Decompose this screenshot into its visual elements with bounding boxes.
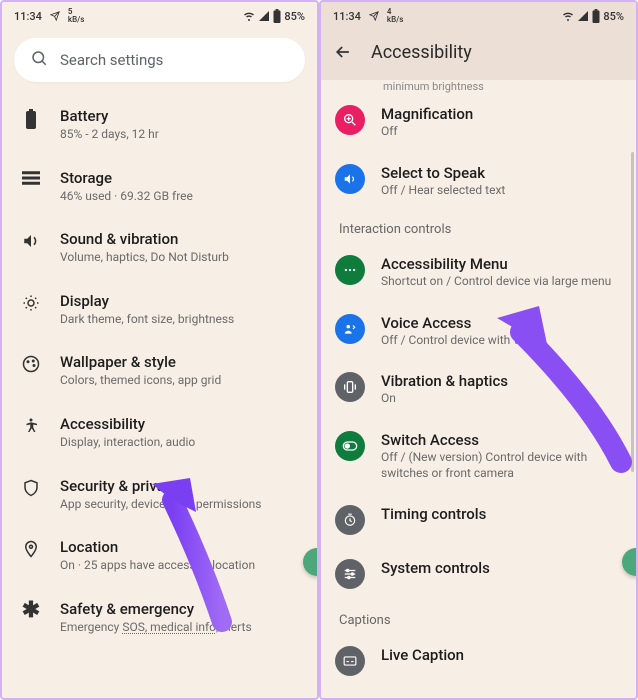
settings-item-accessibility[interactable]: Accessibility Display, interaction, audi…	[6, 402, 313, 464]
status-battery: 85%	[603, 10, 624, 23]
vibration-icon	[335, 372, 365, 402]
settings-item-battery[interactable]: Battery 85% - 2 days, 12 hr	[6, 94, 313, 156]
item-title: Security & privacy	[60, 477, 299, 495]
phone-left: 11:34 5kB/s 85% Search settings Battery …	[0, 0, 319, 700]
item-title: Safety & emergency	[60, 600, 299, 618]
status-bar: 11:34 5kB/s 85%	[2, 2, 317, 30]
item-sub: Volume, haptics, Do Not Disturb	[60, 250, 299, 266]
dots-icon	[335, 255, 365, 285]
a11y-item-timing[interactable]: Timing controls	[321, 493, 636, 547]
item-title: Voice Access	[381, 314, 622, 332]
a11y-item-live-caption[interactable]: Live Caption	[321, 634, 636, 676]
item-title: Vibration & haptics	[381, 372, 622, 390]
search-placeholder: Search settings	[60, 51, 163, 69]
section-header-interaction: Interaction controls	[321, 210, 636, 243]
battery-icon	[272, 9, 282, 23]
item-title: Display	[60, 292, 299, 310]
item-sub: Display, interaction, audio	[60, 435, 299, 451]
a11y-item-voice-access[interactable]: Voice Access Off / Control device with v…	[321, 302, 636, 361]
a11y-item-system[interactable]: System controls	[321, 547, 636, 601]
section-header-captions: Captions	[321, 601, 636, 634]
battery-icon	[591, 9, 601, 23]
search-icon	[30, 49, 48, 71]
item-sub: 85% - 2 days, 12 hr	[60, 127, 299, 143]
status-time: 11:34	[14, 10, 42, 23]
a11y-item-switch-access[interactable]: Switch Access Off / (New version) Contro…	[321, 419, 636, 493]
voice-icon	[335, 314, 365, 344]
a11y-item-vibration[interactable]: Vibration & haptics On	[321, 360, 636, 419]
item-sub: Colors, themed icons, app grid	[60, 373, 299, 389]
item-title: Switch Access	[381, 431, 622, 449]
signal-icon	[258, 10, 270, 22]
status-net-speed: 5kB/s	[68, 8, 84, 24]
page-title: Accessibility	[371, 42, 472, 63]
back-button[interactable]	[333, 42, 353, 62]
item-title: Accessibility Menu	[381, 255, 622, 273]
item-sub: App security, device lock, permissions	[60, 497, 299, 513]
settings-item-sound[interactable]: Sound & vibration Volume, haptics, Do No…	[6, 217, 313, 279]
scroll-ghost-text: minimum brightness	[321, 80, 636, 93]
sound-icon	[20, 230, 42, 250]
send-icon	[50, 11, 60, 21]
item-title: Storage	[60, 169, 299, 187]
accessibility-icon	[20, 415, 42, 435]
item-title: Wallpaper & style	[60, 353, 299, 371]
settings-item-safety[interactable]: ✱ Safety & emergency Emergency SOS, medi…	[6, 587, 313, 649]
item-title: System controls	[381, 559, 622, 577]
switch-icon	[335, 431, 365, 461]
item-sub: Off / (New version) Control device with …	[381, 450, 622, 481]
settings-item-location[interactable]: Location On · 25 apps have access to loc…	[6, 525, 313, 587]
item-sub: Off / Hear selected text	[381, 183, 622, 199]
palette-icon	[20, 353, 42, 373]
item-title: Magnification	[381, 105, 622, 123]
item-sub: Dark theme, font size, brightness	[60, 312, 299, 328]
status-time: 11:34	[333, 10, 361, 23]
wifi-icon	[561, 10, 575, 22]
settings-item-security[interactable]: Security & privacy App security, device …	[6, 464, 313, 526]
item-title: Battery	[60, 107, 299, 125]
wifi-icon	[242, 10, 256, 22]
speaker-icon	[335, 164, 365, 194]
item-title: Live Caption	[381, 646, 622, 664]
item-title: Location	[60, 538, 299, 556]
item-sub: Emergency SOS, medical info, alerts	[60, 620, 299, 636]
settings-item-wallpaper[interactable]: Wallpaper & style Colors, themed icons, …	[6, 340, 313, 402]
status-battery: 85%	[284, 10, 305, 23]
magnification-icon	[335, 105, 365, 135]
battery-icon	[20, 107, 42, 129]
brightness-icon	[20, 292, 42, 312]
signal-icon	[577, 10, 589, 22]
search-input[interactable]: Search settings	[14, 38, 305, 82]
storage-icon	[20, 169, 42, 185]
a11y-item-select-to-speak[interactable]: Select to Speak Off / Hear selected text	[321, 152, 636, 211]
a11y-item-accessibility-menu[interactable]: Accessibility Menu Shortcut on / Control…	[321, 243, 636, 302]
item-sub: Off / Control device with voice	[381, 333, 622, 349]
item-sub: Off	[381, 124, 622, 140]
scrollbar[interactable]	[631, 152, 634, 472]
location-icon	[20, 538, 42, 558]
item-sub: Shortcut on / Control device via large m…	[381, 274, 622, 290]
asterisk-icon: ✱	[20, 600, 42, 620]
tune-icon	[335, 559, 365, 589]
item-sub: On	[381, 391, 622, 407]
timer-icon	[335, 505, 365, 535]
settings-item-storage[interactable]: Storage 46% used · 69.32 GB free	[6, 156, 313, 218]
settings-item-display[interactable]: Display Dark theme, font size, brightnes…	[6, 279, 313, 341]
item-title: Timing controls	[381, 505, 622, 523]
phone-right: 11:34 4kB/s 85% Accessibility minimum br…	[319, 0, 638, 700]
item-title: Accessibility	[60, 415, 299, 433]
send-icon	[369, 11, 379, 21]
settings-list: Battery 85% - 2 days, 12 hr Storage 46% …	[2, 94, 317, 648]
item-title: Sound & vibration	[60, 230, 299, 248]
item-title: Select to Speak	[381, 164, 622, 182]
status-bar: 11:34 4kB/s 85%	[321, 2, 636, 30]
caption-icon	[335, 646, 365, 676]
a11y-item-magnification[interactable]: Magnification Off	[321, 93, 636, 152]
item-sub: 46% used · 69.32 GB free	[60, 189, 299, 205]
item-sub: On · 25 apps have access to location	[60, 558, 299, 574]
shield-icon	[20, 477, 42, 497]
status-net-speed: 4kB/s	[387, 8, 403, 24]
